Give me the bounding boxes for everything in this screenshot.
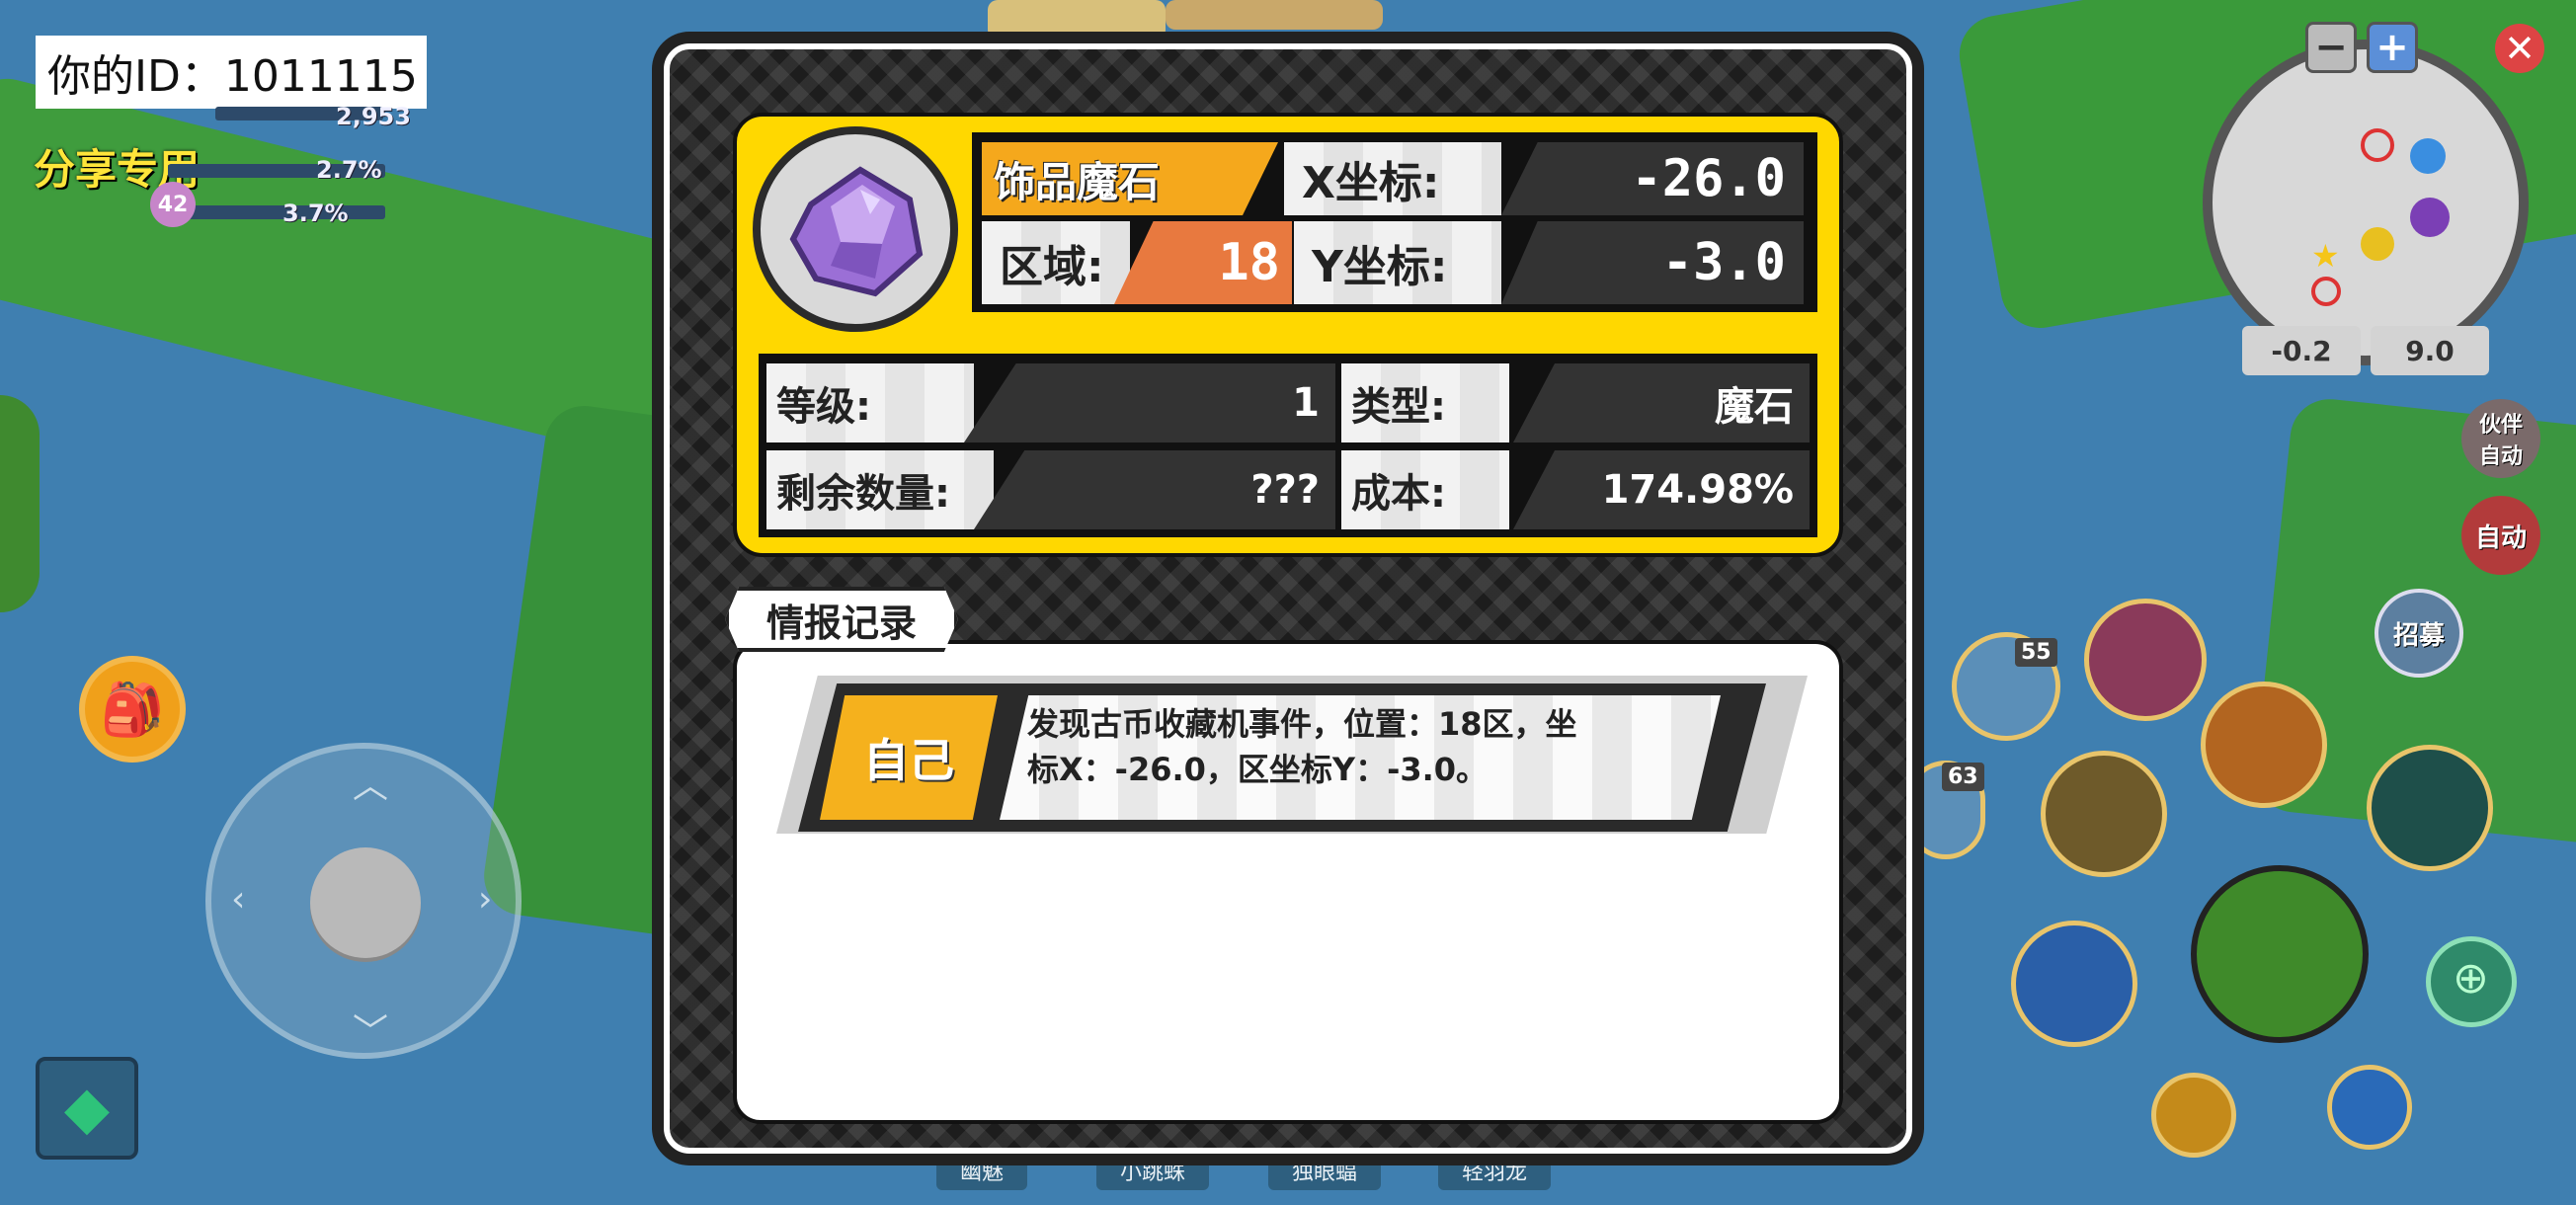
skill-slot-4[interactable] bbox=[2367, 745, 2493, 871]
skill-slot-6[interactable] bbox=[2327, 1065, 2412, 1150]
target-lock-button[interactable]: ⊕ bbox=[2426, 936, 2517, 1027]
star-icon: ★ bbox=[2311, 237, 2340, 275]
x-coord-value: -26.0 bbox=[1501, 142, 1804, 215]
item-name: 饰品魔石 bbox=[982, 142, 1278, 215]
record-text: 发现古币收藏机事件，位置：18区，坐 标X：-26.0，区坐标Y：-3.0。 bbox=[1000, 695, 1721, 820]
cost-label: 成本: bbox=[1341, 450, 1509, 529]
auto-button[interactable]: 自动 bbox=[2461, 496, 2540, 575]
cost-value: 174.98% bbox=[1513, 450, 1810, 529]
remaining-value: ??? bbox=[974, 450, 1335, 529]
bottom-tab[interactable]: 小跳蛛 bbox=[1096, 1151, 1210, 1190]
coord-x-readout: -0.2 bbox=[2242, 326, 2361, 375]
potion-blue-count: 63 bbox=[1942, 763, 1984, 791]
level-value: 1 bbox=[964, 363, 1335, 442]
sand-patch bbox=[988, 0, 1166, 40]
dash-button[interactable] bbox=[2151, 1073, 2236, 1158]
level-badge: 42 bbox=[150, 182, 196, 227]
stat-percent: 3.7% bbox=[282, 200, 349, 227]
item-stats-grid: 等级: 1 类型: 魔石 剩余数量: ??? 成本: 174.98% bbox=[759, 354, 1817, 537]
item-detail-panel: 饰品魔石 X坐标: -26.0 区域: 18 Y坐标: -3.0 等级: 1 类… bbox=[664, 43, 1912, 1154]
virtual-joystick[interactable]: ︿ ﹀ ‹ › bbox=[205, 743, 522, 1059]
record-author: 自己 bbox=[820, 695, 998, 820]
partner-auto-button[interactable]: 伙伴 自动 bbox=[2461, 399, 2540, 478]
type-value: 魔石 bbox=[1513, 363, 1810, 442]
joystick-right-arrow-icon: › bbox=[478, 879, 493, 920]
region-value: 18 bbox=[1114, 221, 1292, 304]
attack-button[interactable] bbox=[2191, 865, 2369, 1043]
coord-y-readout: 9.0 bbox=[2371, 326, 2489, 375]
chevron-down-icon: ◆ bbox=[63, 1074, 111, 1143]
item-icon-frame bbox=[753, 126, 958, 332]
type-label: 类型: bbox=[1341, 363, 1509, 442]
close-icon[interactable]: ✕ bbox=[2495, 24, 2544, 73]
bottom-tab[interactable]: 幽魅 bbox=[936, 1151, 1028, 1190]
stat-bar bbox=[168, 205, 385, 219]
stat-value: 2,953 bbox=[336, 103, 411, 130]
skill-slot-1[interactable] bbox=[2084, 599, 2207, 721]
level-label: 等级: bbox=[766, 363, 974, 442]
joystick-knob[interactable] bbox=[310, 847, 421, 958]
region-label: 区域: bbox=[982, 221, 1130, 304]
map-marker bbox=[2361, 128, 2394, 162]
item-info-card: 饰品魔石 X坐标: -26.0 区域: 18 Y坐标: -3.0 等级: 1 类… bbox=[733, 113, 1843, 557]
bottom-tab[interactable]: 轻羽龙 bbox=[1438, 1151, 1552, 1190]
player-id-label: 你的ID：1011115 bbox=[36, 36, 427, 109]
y-coord-label: Y坐标: bbox=[1294, 221, 1501, 304]
minimap[interactable]: ★ bbox=[2203, 40, 2529, 365]
record-text-line: 标X：-26.0，区坐标Y：-3.0。 bbox=[1027, 751, 1489, 788]
zoom-out-button[interactable]: − bbox=[2305, 22, 2357, 73]
joystick-left-arrow-icon: ‹ bbox=[231, 879, 246, 920]
remaining-label: 剩余数量: bbox=[766, 450, 994, 529]
map-marker bbox=[2311, 277, 2341, 306]
intel-record-list[interactable]: 自己 发现古币收藏机事件，位置：18区，坐 标X：-26.0，区坐标Y：-3.0… bbox=[733, 640, 1843, 1124]
tab-intel-record[interactable]: 情报记录 bbox=[725, 587, 958, 652]
x-coord-label: X坐标: bbox=[1284, 142, 1501, 215]
magic-stone-icon bbox=[789, 166, 924, 297]
zoom-in-button[interactable]: + bbox=[2367, 22, 2418, 73]
y-coord-value: -3.0 bbox=[1501, 221, 1804, 304]
grass-island bbox=[0, 395, 40, 612]
backpack-button[interactable]: 🎒 bbox=[79, 656, 186, 763]
map-marker bbox=[2361, 227, 2394, 261]
crosshair-icon: ⊕ bbox=[2453, 953, 2489, 1004]
recruit-button[interactable]: 招募 bbox=[2375, 589, 2463, 678]
skill-slot-5[interactable] bbox=[2011, 921, 2137, 1047]
stat-percent: 2.7% bbox=[316, 156, 382, 184]
map-marker bbox=[2410, 198, 2450, 237]
potion-red-count: 55 bbox=[2015, 638, 2057, 667]
joystick-down-arrow-icon: ﹀ bbox=[353, 1012, 389, 1053]
record-text-line: 发现古币收藏机事件，位置：18区，坐 bbox=[1027, 705, 1577, 743]
sand-patch bbox=[1166, 0, 1383, 30]
list-item: 自己 发现古币收藏机事件，位置：18区，坐 标X：-26.0，区坐标Y：-3.0… bbox=[776, 676, 1808, 834]
mount-toggle-button[interactable]: ◆ bbox=[36, 1057, 138, 1160]
skill-slot-3[interactable] bbox=[2041, 751, 2167, 877]
skill-slot-2[interactable] bbox=[2201, 682, 2327, 808]
joystick-up-arrow-icon: ︿ bbox=[353, 765, 389, 806]
item-location-grid: 饰品魔石 X坐标: -26.0 区域: 18 Y坐标: -3.0 bbox=[972, 132, 1817, 312]
bottom-tab[interactable]: 独眼蝠 bbox=[1268, 1151, 1382, 1190]
backpack-icon: 🎒 bbox=[100, 680, 165, 740]
map-marker bbox=[2410, 138, 2446, 174]
